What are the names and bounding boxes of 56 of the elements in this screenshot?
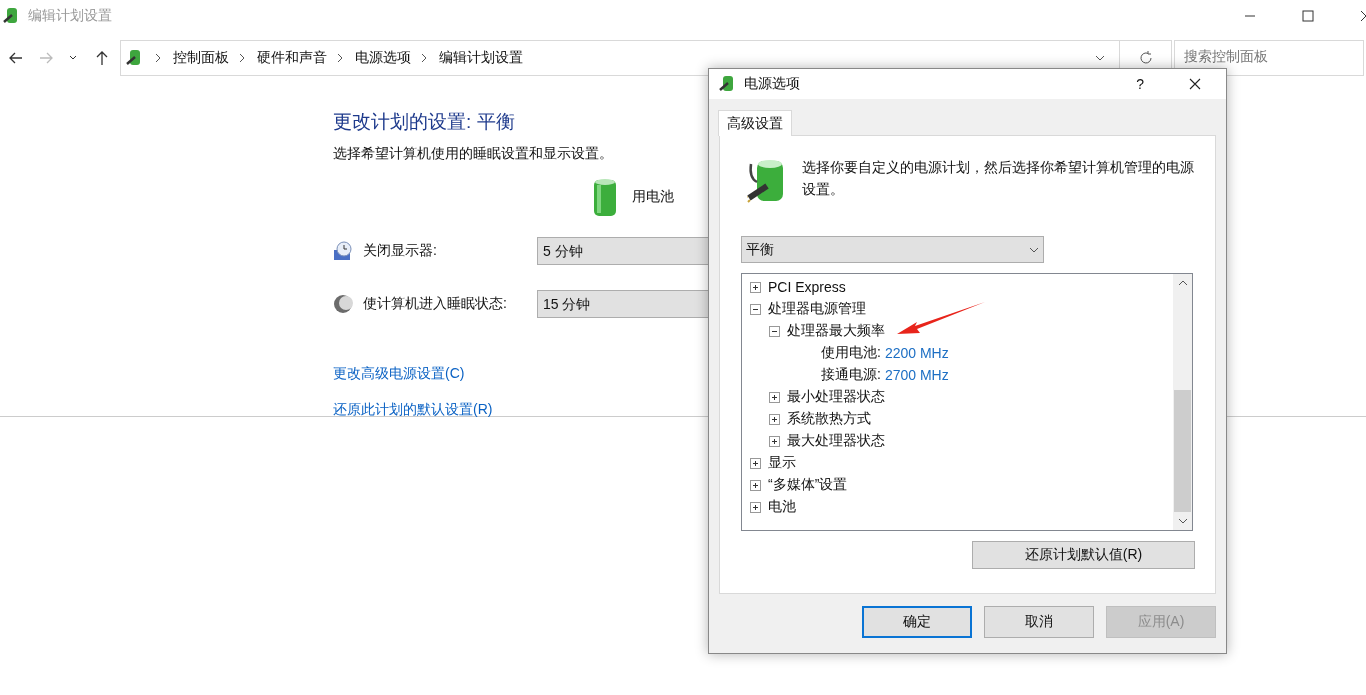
setting-name: 接通电源: xyxy=(821,366,881,384)
chevron-right-icon xyxy=(421,53,427,63)
restore-defaults-button[interactable]: 还原计划默认值(R) xyxy=(972,541,1195,569)
monitor-clock-icon xyxy=(333,241,353,261)
intro-text: 选择你要自定义的电源计划，然后选择你希望计算机管理的电源设置。 xyxy=(802,158,1195,199)
setting-label: 关闭显示器: xyxy=(363,242,438,260)
scrollbar[interactable] xyxy=(1173,274,1192,530)
setting-value[interactable]: 2200 MHz xyxy=(884,345,949,361)
collapse-icon[interactable] xyxy=(750,303,761,315)
battery-icon xyxy=(593,177,617,217)
breadcrumb-item[interactable]: 控制面板 xyxy=(173,49,229,67)
setting-name: 使用电池: xyxy=(821,344,881,362)
expand-icon[interactable] xyxy=(750,479,761,491)
tree-item[interactable]: 处理器最大频率 xyxy=(787,322,885,340)
expand-icon[interactable] xyxy=(750,281,761,293)
breadcrumb-item[interactable]: 硬件和声音 xyxy=(257,49,327,67)
plan-dropdown[interactable]: 平衡 xyxy=(741,236,1044,263)
dialog-title: 电源选项 xyxy=(744,75,800,93)
default-button[interactable]: 确定 xyxy=(862,606,972,638)
collapse-icon[interactable] xyxy=(769,325,780,337)
link[interactable]: 更改高级电源设置(C) xyxy=(333,365,465,383)
search-field[interactable]: 搜索控制面板 xyxy=(1174,40,1364,76)
back-arrow-icon[interactable] xyxy=(8,50,24,66)
moon-icon xyxy=(333,294,353,314)
chevron-right-icon xyxy=(337,53,343,63)
column-header: 用电池 xyxy=(632,188,674,206)
chevron-right-icon xyxy=(239,53,245,63)
tree-item[interactable]: 最大处理器状态 xyxy=(787,432,885,450)
expand-icon[interactable] xyxy=(769,391,780,403)
expand-icon[interactable] xyxy=(750,501,761,513)
tree-item[interactable]: “多媒体”设置 xyxy=(768,476,848,494)
maximize-icon[interactable] xyxy=(1302,10,1314,22)
chevron-right-icon xyxy=(155,53,161,63)
breadcrumb-item[interactable]: 编辑计划设置 xyxy=(439,49,523,67)
expand-icon[interactable] xyxy=(750,457,761,469)
setting-label: 使计算机进入睡眠状态: xyxy=(363,295,508,313)
breadcrumb-item[interactable]: 电源选项 xyxy=(355,49,411,67)
tab[interactable]: 高级设置 xyxy=(718,110,792,136)
dialog-button[interactable]: 取消 xyxy=(984,606,1094,638)
tree-item[interactable]: 电池 xyxy=(768,498,796,516)
setting-value[interactable]: 2700 MHz xyxy=(884,367,949,383)
expand-icon[interactable] xyxy=(769,435,780,447)
window-title: 编辑计划设置 xyxy=(28,7,112,25)
tree-item[interactable]: 系统散热方式 xyxy=(787,410,871,428)
expand-icon[interactable] xyxy=(769,413,780,425)
scroll-down-icon[interactable] xyxy=(1177,516,1188,526)
help-button[interactable]: ? xyxy=(1136,76,1144,92)
tree-item[interactable]: 最小处理器状态 xyxy=(787,388,885,406)
scroll-up-icon[interactable] xyxy=(1177,278,1188,288)
up-arrow-icon[interactable] xyxy=(94,50,110,66)
tree-item[interactable]: 显示 xyxy=(768,454,796,472)
refresh-icon xyxy=(1137,50,1154,66)
plan-heading: 更改计划的设置: 平衡 xyxy=(333,110,515,134)
chevron-down-icon[interactable] xyxy=(1095,53,1105,63)
link[interactable]: 还原此计划的默认设置(R) xyxy=(333,401,493,419)
plan-description: 选择希望计算机使用的睡眠设置和显示设置。 xyxy=(333,145,613,163)
